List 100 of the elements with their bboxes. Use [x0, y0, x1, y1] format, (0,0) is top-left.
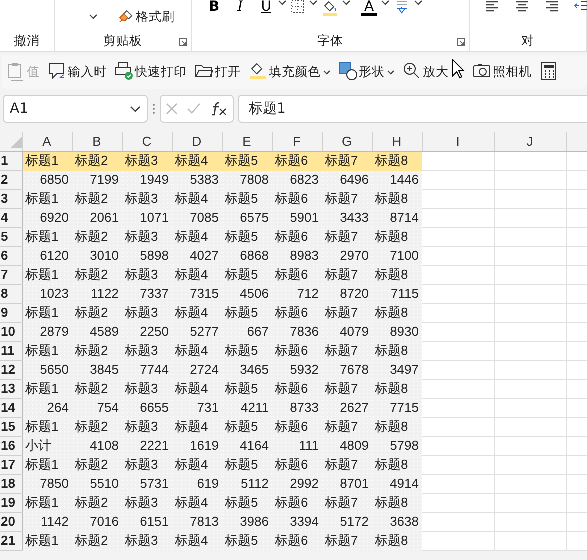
group-label: 对: [522, 32, 534, 50]
table-cell: 7337: [122, 284, 172, 304]
more-options-icon: [152, 103, 156, 115]
formula-input[interactable]: 标题1: [238, 95, 587, 123]
column-header[interactable]: C: [122, 132, 172, 152]
row-header[interactable]: 13: [0, 380, 22, 399]
row-header[interactable]: 20: [0, 512, 22, 532]
table-cell: 2250: [122, 322, 172, 342]
column-header[interactable]: A: [22, 132, 72, 152]
table-cell: 4164: [222, 436, 272, 456]
table-cell: 619: [172, 474, 222, 494]
table-cell: 标题1: [22, 532, 72, 551]
table-cell: 标题5: [222, 190, 272, 209]
table-cell: 标题1: [22, 456, 72, 475]
column-header[interactable]: B: [72, 132, 122, 152]
row-header[interactable]: 3: [0, 190, 22, 209]
column-header[interactable]: E: [222, 132, 272, 152]
table-cell: 标题3: [122, 494, 172, 513]
font-color-button[interactable]: A: [361, 0, 378, 16]
column-header[interactable]: D: [172, 132, 222, 152]
table-cell: 6920: [22, 208, 72, 228]
toolbar-button[interactable]: 形状: [338, 60, 396, 84]
table-cell: 标题7: [322, 152, 372, 171]
caret-icon: [387, 70, 395, 74]
toolbar-button[interactable]: 照相机: [472, 60, 533, 84]
column-header[interactable]: G: [322, 132, 372, 152]
row-header[interactable]: 21: [0, 532, 22, 551]
table-cell: 标题3: [122, 532, 172, 551]
toolbar-button[interactable]: 放大: [402, 60, 450, 84]
toolbar-button[interactable]: 填充颜色: [248, 60, 332, 84]
table-cell: 标题1: [22, 228, 72, 247]
row-header[interactable]: 5: [0, 228, 22, 247]
format-painter-button[interactable]: 格式刷: [117, 6, 176, 29]
bold-button[interactable]: B: [206, 0, 223, 14]
table-cell: 4108: [72, 436, 122, 456]
row-header[interactable]: 7: [0, 266, 22, 285]
column-header[interactable]: J: [494, 132, 566, 152]
dialog-launcher-icon[interactable]: [179, 38, 188, 47]
table-cell: 1023: [22, 284, 72, 304]
row-header[interactable]: 17: [0, 456, 22, 475]
table-cell: 标题8: [372, 190, 422, 209]
table-cell: 5383: [172, 170, 222, 190]
underline-button[interactable]: U: [258, 0, 274, 14]
table-cell: 标题7: [322, 494, 372, 513]
table-cell: 标题4: [172, 190, 222, 209]
table-cell: 标题5: [222, 152, 272, 171]
table-cell: 标题7: [322, 418, 372, 437]
table-cell: 6575: [222, 208, 272, 228]
row-header[interactable]: 16: [0, 436, 22, 456]
dropdown-caret-icon: [130, 106, 141, 112]
printer-icon: [115, 62, 133, 82]
row-header[interactable]: 2: [0, 170, 22, 190]
toolbar-button[interactable]: 输入时: [47, 60, 108, 84]
caret-icon: [342, 0, 352, 6]
name-box[interactable]: A1: [3, 95, 148, 123]
row-header[interactable]: 19: [0, 494, 22, 513]
caret-icon: [309, 0, 318, 6]
row-header[interactable]: 4: [0, 208, 22, 228]
table-cell: 标题1: [22, 266, 72, 285]
cancel-icon: [166, 103, 178, 115]
toolbar-button[interactable]: 打开: [194, 60, 242, 84]
table-cell: 5172: [322, 512, 372, 532]
table-cell: 6655: [122, 398, 172, 418]
table-cell: 3638: [372, 512, 422, 532]
table-cell: 7199: [72, 170, 122, 190]
table-cell: 7850: [22, 474, 72, 494]
table-cell: 2724: [172, 360, 222, 380]
table-cell: 8701: [322, 474, 372, 494]
table-cell: 5277: [172, 322, 222, 342]
table-cell: 2627: [322, 398, 372, 418]
row-header[interactable]: 8: [0, 284, 22, 304]
table-cell: 标题4: [172, 266, 222, 285]
row-header[interactable]: 18: [0, 474, 22, 494]
column-header[interactable]: I: [422, 132, 494, 152]
table-cell: 标题7: [322, 380, 372, 399]
table-cell: 标题3: [122, 418, 172, 437]
row-header[interactable]: 11: [0, 342, 22, 361]
row-header[interactable]: 9: [0, 304, 22, 323]
table-cell: 标题3: [122, 380, 172, 399]
table-cell: 8720: [322, 284, 372, 304]
table-cell: 2992: [272, 474, 322, 494]
row-header[interactable]: 12: [0, 360, 22, 380]
row-header[interactable]: 15: [0, 418, 22, 437]
row-header[interactable]: 14: [0, 398, 22, 418]
row-header[interactable]: 1: [0, 152, 22, 171]
row-header[interactable]: 10: [0, 322, 22, 342]
table-cell: 标题4: [172, 456, 222, 475]
table-cell: 1142: [22, 512, 72, 532]
table-cell: 标题7: [322, 304, 372, 323]
dialog-launcher-icon[interactable]: [457, 38, 466, 47]
group-label: 剪贴板: [104, 32, 142, 50]
italic-button[interactable]: I: [234, 0, 246, 14]
column-header[interactable]: H: [372, 132, 422, 152]
row-header[interactable]: 6: [0, 246, 22, 266]
table-cell: 3010: [72, 246, 122, 266]
toolbar-button[interactable]: 快速打印: [114, 60, 188, 84]
table-cell: 标题3: [122, 228, 172, 247]
table-cell: 754: [72, 398, 122, 418]
table-cell: 标题3: [122, 304, 172, 323]
column-header[interactable]: F: [272, 132, 322, 152]
